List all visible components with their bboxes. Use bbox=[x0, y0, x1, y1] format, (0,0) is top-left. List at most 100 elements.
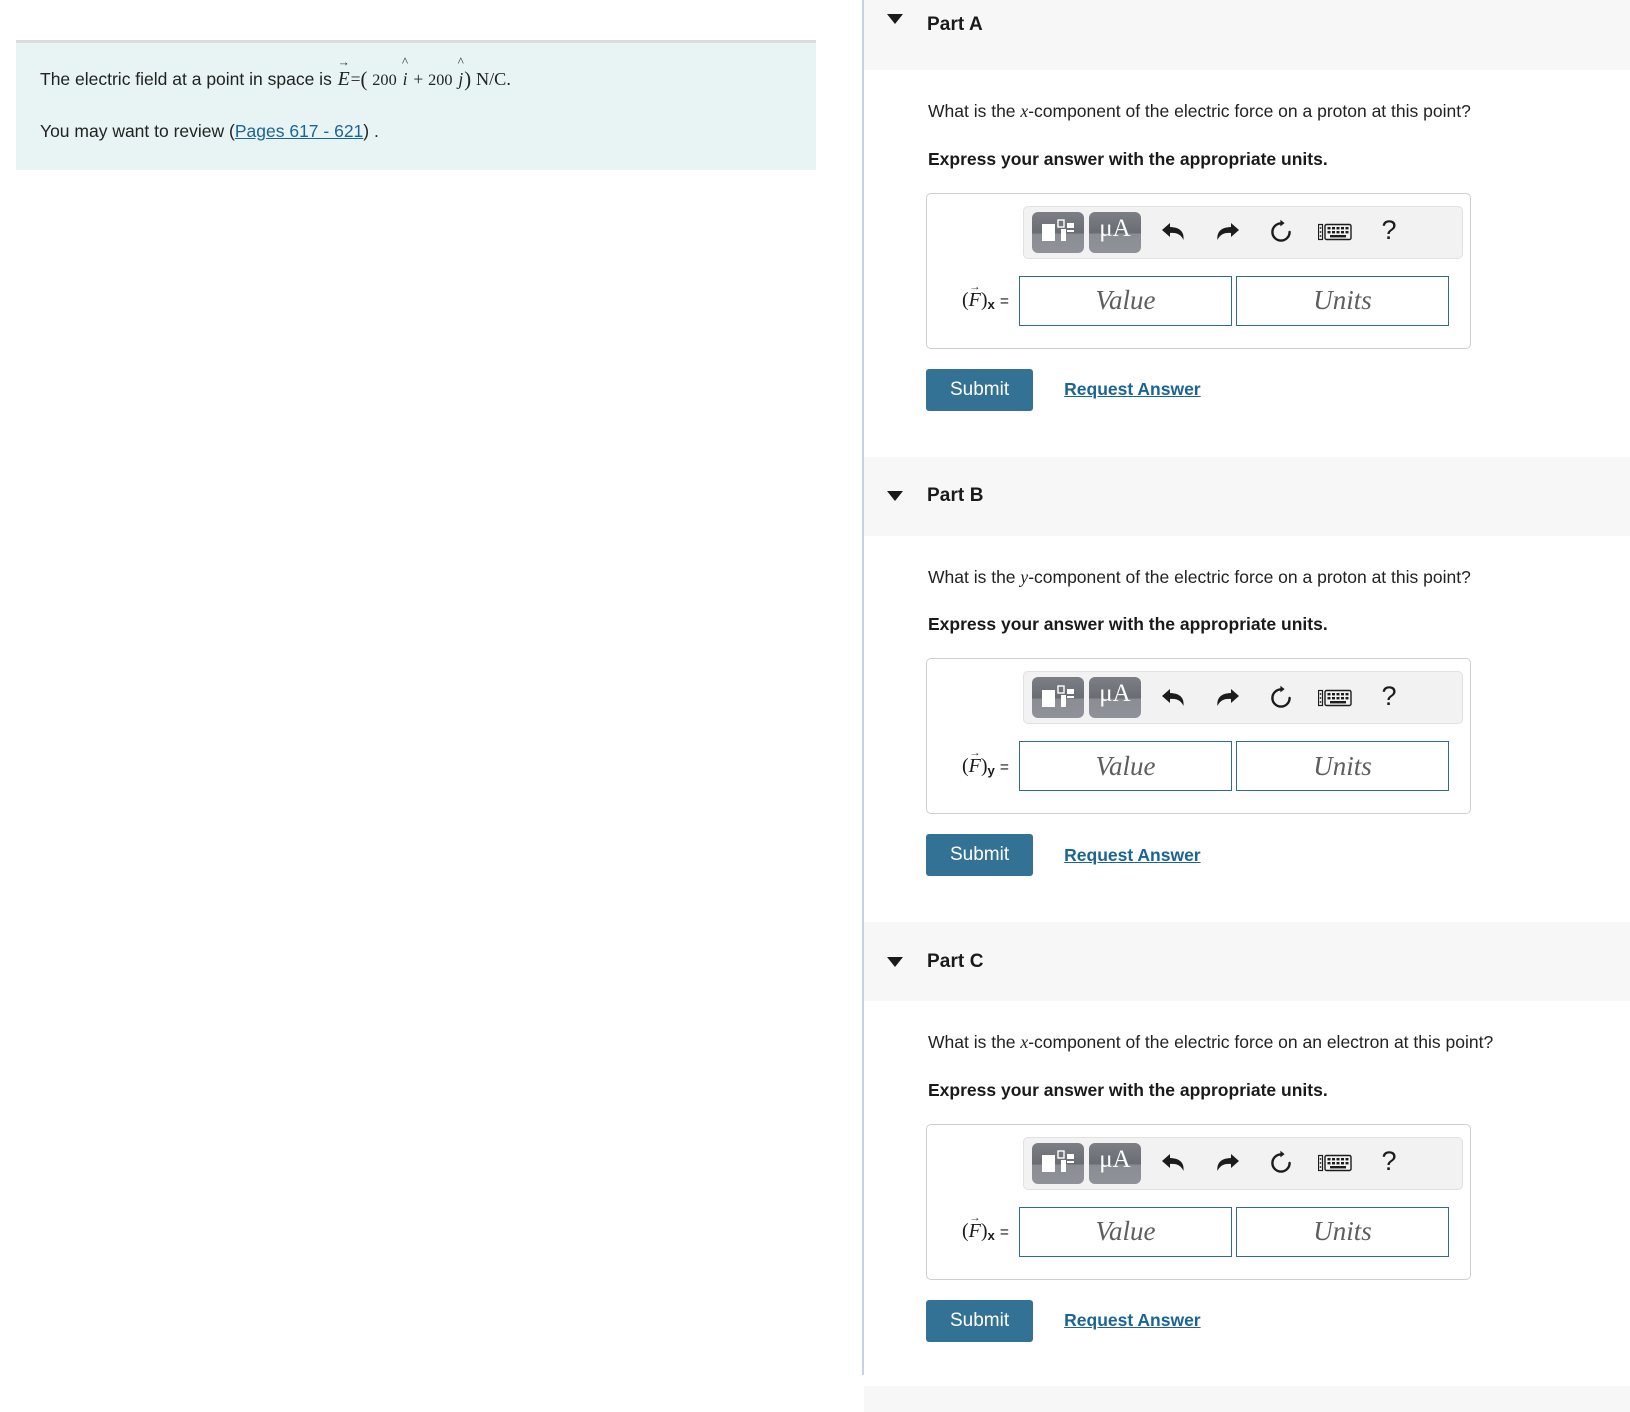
submit-button-b[interactable]: Submit bbox=[926, 834, 1034, 876]
value-placeholder-b: Value bbox=[1095, 750, 1156, 781]
request-answer-link-b[interactable]: Request Answer bbox=[1064, 845, 1200, 866]
answer-equals-c: = bbox=[999, 1224, 1009, 1241]
actions-row-b: Submit Request Answer bbox=[926, 834, 1630, 876]
spacer-b bbox=[864, 876, 1630, 922]
redo-icon[interactable] bbox=[1204, 212, 1250, 253]
part-header-b[interactable]: Part B bbox=[864, 456, 1630, 536]
question-suffix-a: -component of the electric force on a pr… bbox=[1028, 101, 1471, 121]
force-symbol-c: F bbox=[969, 1212, 981, 1243]
problem-statement-text: The electric field at a point in space i… bbox=[40, 56, 792, 96]
answer-widget-c: μA ? (F →)x = Value Units bbox=[926, 1123, 1471, 1280]
instruction-text-a: Express your answer with the appropriate… bbox=[928, 148, 1328, 169]
answer-label-b: (F)y = bbox=[941, 747, 1019, 778]
value-placeholder-c: Value bbox=[1095, 1216, 1156, 1246]
math-template-icon[interactable] bbox=[1032, 1142, 1084, 1184]
answer-equals-a: = bbox=[999, 293, 1009, 310]
force-symbol-b: F bbox=[969, 747, 981, 778]
units-mu-a-icon[interactable]: μA bbox=[1089, 1142, 1141, 1184]
request-answer-link-a[interactable]: Request Answer bbox=[1064, 379, 1200, 400]
undo-icon[interactable] bbox=[1150, 212, 1196, 253]
answer-widget-a: μA ? (F →)x = Value Units bbox=[926, 192, 1471, 349]
keyboard-icon[interactable] bbox=[1312, 677, 1358, 718]
parts-pane: Part A What is the x -component of the el… bbox=[864, 0, 1630, 1412]
value-input-a[interactable]: Value bbox=[1019, 275, 1232, 326]
help-icon[interactable]: ? bbox=[1366, 1143, 1412, 1184]
part-body-a: What is the x -component of the electric … bbox=[864, 100, 1630, 457]
help-icon[interactable]: ? bbox=[1366, 212, 1412, 253]
chevron-down-icon[interactable] bbox=[887, 14, 903, 24]
units-mu-a-label: μA bbox=[1099, 1145, 1131, 1173]
redo-icon[interactable] bbox=[1204, 1143, 1250, 1184]
part-section-a: Part A What is the x -component of the el… bbox=[864, 0, 1630, 457]
force-subscript-c: x bbox=[987, 1227, 995, 1243]
review-pages-link[interactable]: Pages 617 - 621 bbox=[235, 121, 363, 141]
value-input-b[interactable]: Value bbox=[1019, 741, 1232, 791]
question-text-b: What is the y-component of the electric … bbox=[928, 566, 1630, 589]
answer-label-a: (F)x = bbox=[941, 281, 1019, 312]
question-suffix-b: -component of the electric force on a pr… bbox=[1028, 566, 1471, 587]
part-header-c[interactable]: Part C bbox=[864, 922, 1630, 1001]
help-icon[interactable]: ? bbox=[1366, 677, 1412, 718]
force-subscript-a: x bbox=[987, 296, 995, 312]
chevron-down-icon[interactable] bbox=[887, 956, 903, 967]
answer-toolbar-c: μA ? bbox=[1023, 1136, 1463, 1190]
actions-row-a: Submit Request Answer bbox=[926, 368, 1630, 411]
question-prefix-b: What is the bbox=[928, 566, 1021, 587]
coefficient-i: 200 bbox=[372, 71, 397, 89]
units-placeholder-b: Units bbox=[1313, 750, 1372, 781]
problem-statement-pane: The electric field at a point in space i… bbox=[0, 0, 864, 1375]
units-placeholder-c: Units bbox=[1313, 1216, 1372, 1246]
submit-button-a[interactable]: Submit bbox=[926, 368, 1034, 411]
units-mu-a-label: μA bbox=[1099, 214, 1131, 242]
value-input-c[interactable]: Value bbox=[1019, 1206, 1232, 1257]
review-prefix: You may want to review ( bbox=[40, 121, 235, 142]
instruction-text-c: Express your answer with the appropriate… bbox=[928, 1079, 1328, 1100]
chevron-down-icon[interactable] bbox=[887, 491, 903, 501]
units-input-b[interactable]: Units bbox=[1236, 741, 1449, 791]
electric-field-symbol: E bbox=[337, 56, 351, 94]
reset-icon[interactable] bbox=[1258, 677, 1304, 718]
units-input-c[interactable]: Units bbox=[1236, 1206, 1449, 1257]
answer-label-c: (F)x = bbox=[941, 1212, 1019, 1243]
next-part-header-stub bbox=[864, 1385, 1630, 1412]
redo-icon[interactable] bbox=[1204, 677, 1250, 718]
part-header-a[interactable]: Part A bbox=[864, 0, 1630, 70]
force-symbol-a: F bbox=[969, 281, 981, 312]
units-input-a[interactable]: Units bbox=[1236, 275, 1449, 326]
sentence-period: . bbox=[506, 69, 511, 89]
part-title-b: Part B bbox=[927, 485, 984, 506]
undo-icon[interactable] bbox=[1150, 677, 1196, 718]
units-mu-a-icon[interactable]: μA bbox=[1089, 677, 1141, 718]
question-suffix-c: -component of the electric force on an e… bbox=[1028, 1032, 1494, 1052]
answer-toolbar-b: μA ? bbox=[1023, 671, 1463, 724]
unit-vector-i: i bbox=[402, 56, 409, 92]
review-reference-text: You may want to review (Pages 617 - 621)… bbox=[40, 118, 792, 144]
coefficient-j: 200 bbox=[428, 71, 453, 89]
request-answer-link-c[interactable]: Request Answer bbox=[1064, 1310, 1200, 1331]
submit-button-c[interactable]: Submit bbox=[926, 1299, 1034, 1342]
unit-vector-j: j bbox=[457, 56, 464, 92]
reset-icon[interactable] bbox=[1258, 1143, 1304, 1184]
keyboard-icon[interactable] bbox=[1312, 212, 1358, 253]
part-body-c: What is the x -component of the electric … bbox=[864, 1031, 1630, 1342]
part-title-c: Part C bbox=[927, 950, 984, 972]
answer-toolbar-a: μA ? bbox=[1023, 205, 1463, 259]
plus-sign: + bbox=[413, 69, 424, 89]
answer-field-row-b: (F)y = Value Units bbox=[941, 741, 1456, 791]
answer-field-row-a: (F)x = Value Units bbox=[941, 275, 1456, 326]
problem-lead-text: The electric field at a point in space i… bbox=[40, 69, 332, 89]
units-placeholder-a: Units bbox=[1313, 285, 1372, 315]
force-subscript-b: y bbox=[987, 762, 995, 778]
problem-statement-box: The electric field at a point in space i… bbox=[16, 40, 816, 171]
answer-widget-b: μA ? (F →)y = Value Units bbox=[926, 658, 1471, 814]
reset-icon[interactable] bbox=[1258, 212, 1304, 253]
units-mu-a-icon[interactable]: μA bbox=[1089, 211, 1141, 253]
question-text-a: What is the x-component of the electric … bbox=[928, 100, 1630, 123]
math-template-icon[interactable] bbox=[1032, 211, 1084, 253]
part-body-b: What is the y -component of the electric … bbox=[864, 566, 1630, 923]
undo-icon[interactable] bbox=[1150, 1143, 1196, 1184]
question-text-c: What is the x-component of the electric … bbox=[928, 1031, 1630, 1054]
field-units: N/C bbox=[475, 69, 507, 89]
keyboard-icon[interactable] bbox=[1312, 1143, 1358, 1184]
math-template-icon[interactable] bbox=[1032, 677, 1084, 718]
